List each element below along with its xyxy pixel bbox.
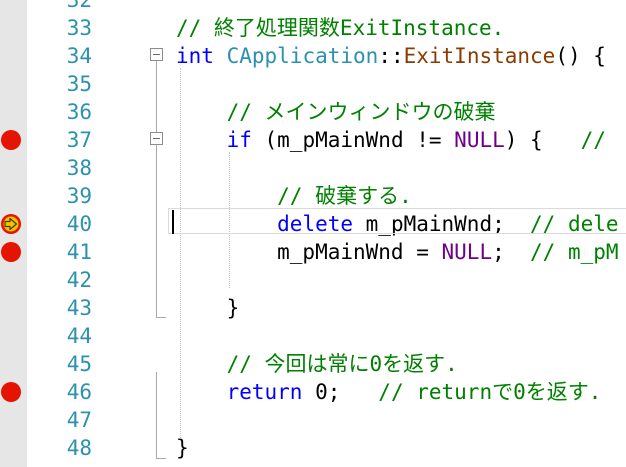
indent-guide bbox=[180, 68, 181, 438]
line-number: 47 bbox=[66, 408, 92, 432]
code-token: 0; bbox=[302, 380, 379, 404]
code-token: int bbox=[176, 44, 214, 68]
outline-line bbox=[156, 372, 157, 458]
text-caret bbox=[172, 210, 174, 234]
outline-end bbox=[156, 458, 166, 459]
outline-line bbox=[156, 61, 157, 317]
code-token: // メインウィンドウの破棄 bbox=[176, 100, 496, 124]
code-token: // 破棄する. bbox=[176, 184, 412, 208]
line-number: 40 bbox=[66, 212, 92, 236]
code-line[interactable]: // 終了処理関数ExitInstance. bbox=[176, 14, 504, 42]
code-line[interactable]: // 今回は常に0を返す. bbox=[176, 350, 458, 378]
code-token: // 今回は常に0を返す. bbox=[176, 352, 458, 376]
code-line[interactable]: } bbox=[176, 434, 189, 462]
line-number: 33 bbox=[66, 16, 92, 40]
code-token: NULL bbox=[454, 128, 505, 152]
breakpoint-icon[interactable] bbox=[1, 382, 21, 402]
breakpoint-icon[interactable] bbox=[1, 242, 21, 262]
code-token: return bbox=[226, 380, 303, 404]
code-token: ; bbox=[492, 240, 531, 264]
code-token: } bbox=[176, 436, 189, 460]
line-number: 45 bbox=[66, 352, 92, 376]
code-token: // 終了処理関数ExitInstance. bbox=[176, 16, 505, 40]
breakpoint-icon[interactable] bbox=[1, 130, 21, 150]
line-number: 41 bbox=[66, 240, 92, 264]
code-token: NULL bbox=[441, 240, 493, 264]
line-number: 38 bbox=[66, 156, 92, 180]
code-token: if bbox=[226, 128, 252, 152]
line-number: 37 bbox=[66, 128, 92, 152]
code-editor[interactable]: 32 33 // 終了処理関数ExitInstance. 34 int CApplica… bbox=[0, 0, 626, 467]
collapse-icon[interactable] bbox=[150, 48, 163, 61]
code-token: ) { bbox=[504, 128, 581, 152]
code-line[interactable]: // 破棄する. bbox=[176, 182, 412, 210]
code-token: // m_pM bbox=[530, 240, 619, 264]
code-line[interactable]: if (m_pMainWnd != NULL) { // bbox=[176, 126, 606, 154]
outline-end bbox=[156, 317, 166, 318]
code-token: :: bbox=[378, 44, 404, 68]
current-line-highlight bbox=[168, 208, 626, 234]
code-token: (m_pMainWnd != bbox=[251, 128, 455, 152]
code-token: CApplication bbox=[226, 44, 379, 68]
code-line[interactable]: m_pMainWnd = NULL; // m_pM bbox=[176, 238, 619, 266]
line-number: 32 bbox=[66, 0, 92, 12]
line-number: 36 bbox=[66, 100, 92, 124]
code-line[interactable]: } bbox=[176, 294, 240, 322]
code-line[interactable]: return 0; // returnで0を返す. bbox=[176, 378, 602, 406]
line-number: 34 bbox=[66, 44, 92, 68]
code-token: ExitInstance bbox=[403, 44, 556, 68]
line-number: 42 bbox=[66, 268, 92, 292]
code-token: m_pMainWnd = bbox=[176, 240, 442, 264]
collapse-icon[interactable] bbox=[150, 132, 163, 145]
line-number: 39 bbox=[66, 184, 92, 208]
line-number: 35 bbox=[66, 72, 92, 96]
line-number: 44 bbox=[66, 324, 92, 348]
code-line[interactable]: // メインウィンドウの破棄 bbox=[176, 98, 496, 126]
code-token: } bbox=[176, 296, 240, 320]
line-number: 48 bbox=[66, 436, 92, 460]
code-token: () { bbox=[555, 44, 606, 68]
code-token: // returnで0を返す. bbox=[378, 380, 602, 404]
instruction-pointer-icon[interactable] bbox=[0, 213, 22, 235]
line-number: 43 bbox=[66, 296, 92, 320]
code-line[interactable]: int CApplication::ExitInstance() { bbox=[176, 42, 606, 70]
code-token: // bbox=[580, 128, 606, 152]
line-number: 46 bbox=[66, 380, 92, 404]
